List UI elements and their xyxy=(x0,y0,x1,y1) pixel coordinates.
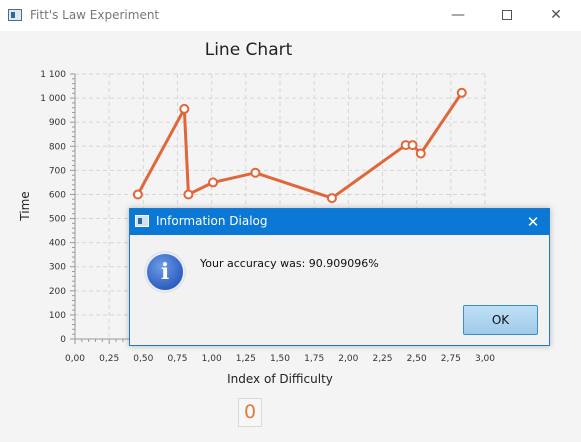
x-tick-label: 1,50 xyxy=(270,354,290,364)
x-tick-label: 2,25 xyxy=(372,354,392,364)
y-tick-label: 400 xyxy=(49,239,66,249)
data-point xyxy=(250,167,261,178)
x-tick-label: 1,25 xyxy=(236,354,256,364)
dialog-close-button[interactable]: ✕ xyxy=(520,210,546,234)
data-point xyxy=(132,189,143,200)
y-tick-label: 500 xyxy=(49,215,66,225)
data-point xyxy=(183,189,194,200)
info-icon: i xyxy=(145,252,185,292)
dialog-message: Your accuracy was: 90.909096% xyxy=(200,257,379,270)
y-tick-label: 1 100 xyxy=(40,70,66,80)
data-point xyxy=(179,103,190,114)
y-tick-label: 100 xyxy=(49,311,66,321)
x-tick-label: 1,00 xyxy=(202,354,222,364)
y-axis-label: Time xyxy=(18,191,32,221)
counter-display: 0 xyxy=(238,398,262,427)
close-icon: ✕ xyxy=(526,213,540,231)
x-tick-label: 2,50 xyxy=(407,354,427,364)
data-point xyxy=(326,193,337,204)
dialog-titlebar[interactable]: Information Dialog ✕ xyxy=(130,209,549,235)
y-tick-label: 600 xyxy=(49,190,66,200)
x-axis-label: Index of Difficulty xyxy=(227,372,333,386)
y-tick-label: 1 000 xyxy=(40,94,66,104)
data-point xyxy=(415,148,426,159)
x-tick-label: 2,00 xyxy=(338,354,358,364)
y-tick-label: 900 xyxy=(49,118,66,128)
x-tick-label: 0,00 xyxy=(65,354,85,364)
data-point xyxy=(456,87,467,98)
y-tick-label: 200 xyxy=(49,287,66,297)
x-tick-label: 0,50 xyxy=(133,354,153,364)
x-tick-label: 0,75 xyxy=(167,354,187,364)
y-tick-label: 0 xyxy=(60,335,66,345)
dialog-app-icon xyxy=(135,215,149,227)
x-tick-label: 3,00 xyxy=(475,354,495,364)
information-dialog: Information Dialog ✕ i Your accuracy was… xyxy=(129,208,550,346)
x-tick-label: 2,75 xyxy=(441,354,461,364)
y-tick-label: 300 xyxy=(49,263,66,273)
y-tick-label: 700 xyxy=(49,166,66,176)
dialog-title: Information Dialog xyxy=(156,214,268,228)
data-point xyxy=(407,140,418,151)
x-tick-label: 0,25 xyxy=(99,354,119,364)
y-tick-label: 800 xyxy=(49,142,66,152)
ok-button[interactable]: OK xyxy=(463,305,538,335)
data-point xyxy=(208,177,219,188)
x-tick-label: 1,75 xyxy=(304,354,324,364)
